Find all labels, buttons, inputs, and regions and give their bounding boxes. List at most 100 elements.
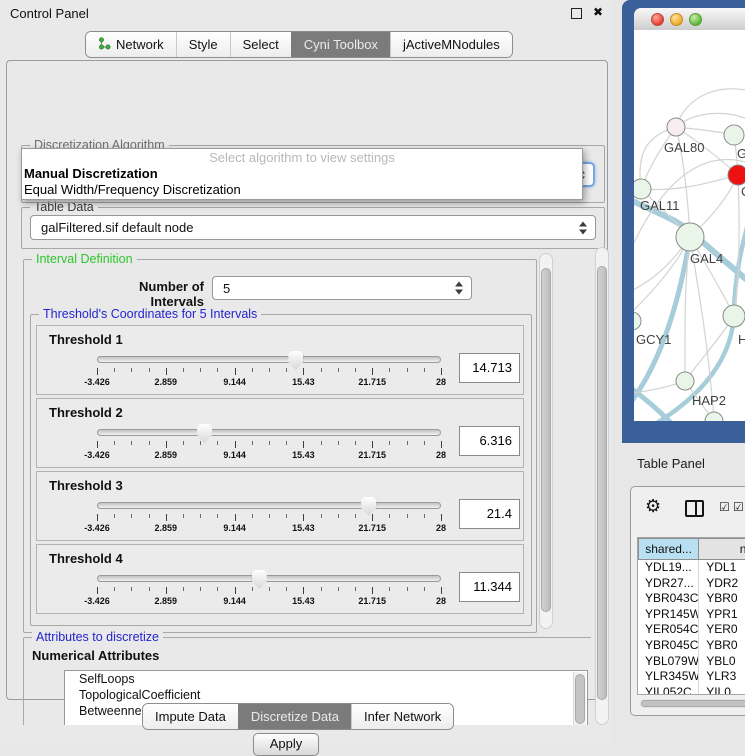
table-data-combobox[interactable]: galFiltered.sif default node (30, 215, 596, 240)
checkbox-icon[interactable]: ☑ (719, 500, 730, 514)
outer-vertical-scrollbar[interactable] (595, 247, 609, 725)
column-header-shared-name[interactable]: shared... (638, 538, 699, 560)
tab-select[interactable]: Select (230, 32, 291, 57)
table-cell[interactable]: YBR0 (699, 591, 745, 607)
table-cell[interactable]: YDR2 (699, 576, 745, 592)
checkbox-icon[interactable]: ☑ (733, 500, 744, 514)
inner-scrollbar-thumb[interactable] (541, 268, 551, 612)
network-node-gal80[interactable] (667, 118, 685, 136)
network-canvas[interactable]: GAL80GACGAL11GAL4HGCY1HAP2 (634, 30, 745, 421)
algorithm-option-equal-width-frequency-discretization[interactable]: Equal Width/Frequency Discretization (22, 182, 582, 198)
column-header-name[interactable]: n (699, 538, 745, 560)
table-row[interactable]: YIL052CYIL0 (638, 685, 745, 695)
table-cell[interactable]: YBL079W (638, 654, 699, 670)
threshold-label: Threshold 2 (49, 405, 123, 420)
threshold-slider[interactable]: -3.4262.8599.14415.4321.71528 (97, 356, 441, 392)
table-cell[interactable]: YLR3 (699, 669, 745, 685)
table-cell[interactable]: YDR27... (638, 576, 699, 592)
table-header-row: shared... n (638, 538, 745, 560)
slider-ticks (97, 514, 441, 522)
tab-network[interactable]: Network (86, 32, 176, 57)
float-window-icon[interactable] (571, 8, 582, 19)
list-scrollbar[interactable] (573, 672, 586, 725)
inner-vertical-scrollbar[interactable] (539, 253, 553, 629)
threshold-slider[interactable]: -3.4262.8599.14415.4321.71528 (97, 502, 441, 538)
tab-label: Network (116, 37, 164, 52)
table-cell[interactable]: YIL0 (699, 685, 745, 695)
network-node-h[interactable] (723, 305, 745, 327)
network-node-gal11[interactable] (634, 179, 651, 199)
close-traffic-light-icon[interactable] (651, 13, 664, 26)
threshold-value-field[interactable]: 21.4 (459, 499, 520, 529)
table-cell[interactable]: YLR345W (638, 669, 699, 685)
table-cell[interactable]: YBL0 (699, 654, 745, 670)
algorithm-option-manual-discretization[interactable]: Manual Discretization (22, 166, 582, 182)
outer-scrollbar-thumb[interactable] (597, 266, 607, 700)
tab-cyni-toolbox[interactable]: Cyni Toolbox (291, 32, 390, 57)
table-row[interactable]: YBR043CYBR0 (638, 591, 745, 607)
slider-scale-labels: -3.4262.8599.14415.4321.71528 (97, 450, 441, 461)
tab-jactivemnodules[interactable]: jActiveMNodules (390, 32, 512, 57)
table-row[interactable]: YER054CYER0 (638, 622, 745, 638)
table-cell[interactable]: YDL1 (699, 560, 745, 576)
node-label: GAL11 (640, 198, 680, 213)
table-cell[interactable]: YBR045C (638, 638, 699, 654)
table-data-group: Table Data galFiltered.sif default node (21, 207, 605, 249)
network-node-ga[interactable] (724, 125, 744, 145)
table-cell[interactable]: YBR043C (638, 591, 699, 607)
network-node-hap2[interactable] (676, 372, 694, 390)
node-label: GAL80 (664, 140, 704, 155)
table-row[interactable]: YBR045CYBR0 (638, 638, 745, 654)
minimize-traffic-light-icon[interactable] (670, 13, 683, 26)
table-cell[interactable]: YER0 (699, 622, 745, 638)
network-node-gcy1[interactable] (634, 312, 641, 330)
network-node-gal4[interactable] (676, 223, 704, 251)
threshold-slider[interactable]: -3.4262.8599.14415.4321.71528 (97, 575, 441, 611)
threshold-value-field[interactable]: 6.316 (459, 426, 520, 456)
network-view-window: GAL80GACGAL11GAL4HGCY1HAP2 (622, 0, 745, 443)
table-cell[interactable]: YDL19... (638, 560, 699, 576)
threshold-label: Threshold 3 (49, 478, 123, 493)
columns-icon[interactable] (685, 500, 704, 517)
number-of-intervals-combobox[interactable]: 5 (212, 276, 472, 300)
network-node-c[interactable] (728, 165, 745, 185)
control-panel-window: Control Panel ✖ NetworkStyleSelectCyni T… (0, 0, 613, 745)
table-row[interactable]: YDR27...YDR2 (638, 576, 745, 592)
attribute-item-topologicalcoefficient[interactable]: TopologicalCoefficient (65, 687, 587, 703)
tab-style[interactable]: Style (176, 32, 230, 57)
table-cell[interactable]: YBR0 (699, 638, 745, 654)
slider-track[interactable] (97, 575, 441, 582)
threshold-value-field[interactable]: 14.713 (459, 353, 520, 383)
table-cell[interactable]: YER054C (638, 622, 699, 638)
list-scrollbar-thumb[interactable] (575, 674, 585, 724)
horizontal-scrollbar-thumb[interactable] (641, 700, 745, 707)
attribute-item-selfloops[interactable]: SelfLoops (65, 671, 587, 687)
tab-discretize-data[interactable]: Discretize Data (238, 704, 351, 729)
tab-label: Infer Network (364, 709, 441, 724)
table-row[interactable]: YLR345WYLR3 (638, 669, 745, 685)
table-cell[interactable]: YIL052C (638, 685, 699, 695)
tab-impute-data[interactable]: Impute Data (143, 704, 238, 729)
tab-label: Style (189, 37, 218, 52)
table-row[interactable]: YPR145WYPR1 (638, 607, 745, 623)
threshold-label: Threshold 4 (49, 551, 123, 566)
algorithm-options: Manual DiscretizationEqual Width/Frequen… (22, 166, 582, 198)
tab-infer-network[interactable]: Infer Network (351, 704, 453, 729)
table-data-value: galFiltered.sif default node (41, 220, 193, 235)
table-cell[interactable]: YPR1 (699, 607, 745, 623)
table-row[interactable]: YDL19...YDL1 (638, 560, 745, 576)
table-row[interactable]: YBL079WYBL0 (638, 654, 745, 670)
threshold-value-field[interactable]: 11.344 (459, 572, 520, 602)
node-label: HAP2 (692, 393, 726, 408)
close-icon[interactable]: ✖ (593, 5, 603, 19)
horizontal-scrollbar[interactable] (639, 699, 745, 708)
slider-scale-labels: -3.4262.8599.14415.4321.71528 (97, 523, 441, 534)
slider-track[interactable] (97, 502, 441, 509)
table-cell[interactable]: YPR145W (638, 607, 699, 623)
node-label: C (741, 184, 745, 199)
slider-track[interactable] (97, 356, 441, 363)
zoom-traffic-light-icon[interactable] (689, 13, 702, 26)
slider-track[interactable] (97, 429, 441, 436)
threshold-slider[interactable]: -3.4262.8599.14415.4321.71528 (97, 429, 441, 465)
gear-icon[interactable]: ⚙ (645, 496, 661, 517)
